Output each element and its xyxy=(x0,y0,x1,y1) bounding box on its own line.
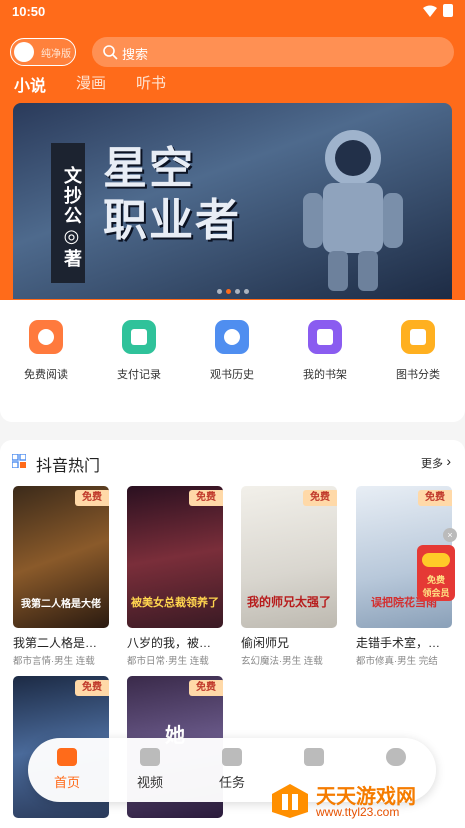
banner-dot-active xyxy=(226,289,231,294)
cover-text: 我的师兄太强了 xyxy=(246,595,331,609)
nav-label: 首页 xyxy=(53,775,80,790)
astronaut-illustration xyxy=(303,130,403,291)
nav-video[interactable]: 视频 xyxy=(120,748,180,791)
tab-novel[interactable]: 小说 xyxy=(14,72,46,96)
section-header: 抖音热门 更多 › xyxy=(0,440,465,480)
video-play-icon xyxy=(140,748,160,766)
banner-author: 文抄公◎著 xyxy=(51,143,85,283)
free-badge: 免费 xyxy=(75,680,109,696)
pure-mode-toggle[interactable]: 纯净版 xyxy=(10,38,76,66)
toggle-label: 纯净版 xyxy=(41,49,71,60)
book-cover: 免费 被美女总裁领养了 xyxy=(127,486,223,628)
close-icon[interactable]: × xyxy=(443,528,457,542)
book-meta: 都市修真·男生 完结 xyxy=(356,656,438,667)
menu-payment-record[interactable]: 支付记录 xyxy=(99,320,179,382)
gift-icon xyxy=(222,748,242,766)
book-title: 走错手术室，… xyxy=(356,636,441,650)
cover-text: 我第二人格是大佬 xyxy=(21,599,101,610)
free-badge: 免费 xyxy=(418,490,452,506)
history-clock-icon xyxy=(215,320,249,354)
payment-record-icon xyxy=(122,320,156,354)
book-meta: 都市言情·男生 连载 xyxy=(13,656,95,667)
banner-dot xyxy=(235,289,240,294)
status-bar: 10:50 xyxy=(12,4,453,22)
banner-pagination xyxy=(217,289,249,294)
home-book-icon xyxy=(57,748,77,766)
menu-category[interactable]: 图书分类 xyxy=(378,320,458,382)
ticket-icon xyxy=(304,748,324,766)
free-read-icon xyxy=(29,320,63,354)
book-card[interactable]: 免费 我第二人格是大佬 我第二人格是… 都市言情·男生 连载 xyxy=(13,486,109,667)
search-placeholder: 搜索 xyxy=(122,47,149,62)
more-link[interactable]: 更多 xyxy=(421,455,443,471)
tab-comic[interactable]: 漫画 xyxy=(76,72,106,96)
watermark-logo-icon xyxy=(272,784,308,818)
red-packet-promo[interactable]: 免费 领会员 xyxy=(417,545,455,601)
search-icon xyxy=(103,45,118,60)
coin-icon xyxy=(422,553,450,567)
category-icon xyxy=(401,320,435,354)
category-tabs: 小说 漫画 听书 xyxy=(14,72,166,96)
book-cover: 免费 我第二人格是大佬 xyxy=(13,486,109,628)
banner-title-line2: 职业者 xyxy=(103,196,241,245)
book-title: 偷闲师兄 xyxy=(241,636,290,650)
book-title: 八岁的我，被… xyxy=(127,636,212,650)
book-card[interactable]: 免费 我的师兄太强了 偷闲师兄 玄幻魔法·男生 连载 xyxy=(241,486,337,667)
menu-history[interactable]: 观书历史 xyxy=(192,320,272,382)
free-badge: 免费 xyxy=(75,490,109,506)
book-meta: 都市日常·男生 连载 xyxy=(127,656,209,667)
nav-home[interactable]: 首页 xyxy=(37,748,97,791)
menu-bookshelf[interactable]: 我的书架 xyxy=(285,320,365,382)
cover-text: 被美女总裁领养了 xyxy=(131,597,219,609)
grid-icon xyxy=(12,454,26,468)
red-packet-label: 免费 领会员 xyxy=(422,575,450,598)
menu-label: 图书分类 xyxy=(396,369,440,381)
banner-dot xyxy=(244,289,249,294)
book-title: 我第二人格是… xyxy=(13,636,98,650)
tab-audiobook[interactable]: 听书 xyxy=(136,72,166,96)
watermark: 天天游戏网 www.ttyl23.com xyxy=(266,778,465,824)
book-meta: 玄幻魔法·男生 连载 xyxy=(241,656,323,667)
toggle-knob xyxy=(14,42,34,62)
nav-task[interactable]: 任务 xyxy=(202,748,262,791)
status-time: 10:50 xyxy=(12,4,46,19)
quick-menu: 免费阅读 支付记录 观书历史 我的书架 图书分类 xyxy=(0,300,465,422)
book-card[interactable]: 免费 被美女总裁领养了 八岁的我，被… 都市日常·男生 连载 xyxy=(127,486,223,667)
search-bar[interactable]: 搜索 xyxy=(92,37,454,67)
nav-ticket[interactable] xyxy=(284,748,344,766)
wifi-icon xyxy=(423,5,437,17)
nav-label: 任务 xyxy=(218,775,245,790)
nav-label: 视频 xyxy=(136,775,163,790)
menu-label: 支付记录 xyxy=(117,369,161,381)
free-badge: 免费 xyxy=(303,490,337,506)
banner-title-line1: 星空 xyxy=(103,144,195,193)
banner-dot xyxy=(217,289,222,294)
nav-profile[interactable] xyxy=(366,748,426,766)
menu-label: 观书历史 xyxy=(210,369,254,381)
book-cover: 免费 我的师兄太强了 xyxy=(241,486,337,628)
banner-title: 星空 职业者 xyxy=(103,143,283,247)
watermark-url: www.ttyl23.com xyxy=(316,805,400,819)
battery-icon xyxy=(443,4,453,17)
menu-label: 我的书架 xyxy=(303,369,347,381)
section-title: 抖音热门 xyxy=(36,458,101,475)
chevron-right-icon[interactable]: › xyxy=(446,453,451,469)
profile-icon xyxy=(386,748,406,766)
featured-banner[interactable]: 文抄公◎著 星空 职业者 xyxy=(13,103,452,299)
free-badge: 免费 xyxy=(189,490,223,506)
bookshelf-icon xyxy=(308,320,342,354)
menu-free-read[interactable]: 免费阅读 xyxy=(6,320,86,382)
menu-label: 免费阅读 xyxy=(24,369,68,381)
free-badge: 免费 xyxy=(189,680,223,696)
